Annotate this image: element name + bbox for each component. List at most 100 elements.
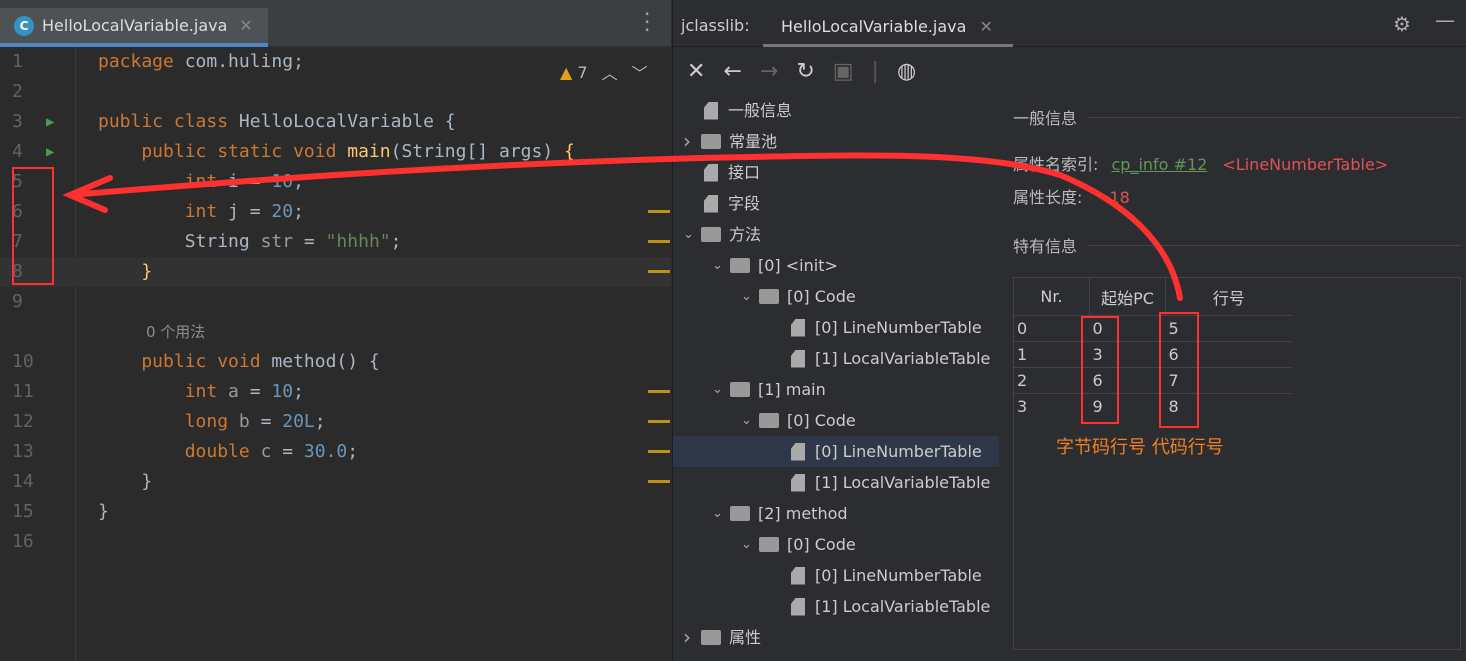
code-line[interactable]: 15} — [0, 497, 671, 527]
tree-item[interactable]: 接口 — [673, 157, 999, 188]
tree-item-label: [0] Code — [787, 411, 856, 430]
line-number: 15 — [12, 501, 34, 522]
file-icon — [791, 566, 805, 585]
warning-stripe-marker[interactable] — [648, 390, 670, 393]
tree-item[interactable]: [0] LineNumberTable — [673, 560, 999, 591]
code-token: public static void — [98, 141, 348, 162]
chevron-down-icon[interactable]: ⌄ — [712, 374, 730, 405]
editor-tab[interactable]: C HelloLocalVariable.java ✕ — [0, 8, 268, 47]
chevron-down-icon[interactable]: ⌄ — [741, 529, 759, 560]
warning-stripe-marker[interactable] — [648, 240, 670, 243]
forward-icon[interactable]: → — [760, 59, 778, 84]
code-text: String str = "hhhh"; — [98, 227, 402, 257]
code-token: { — [564, 141, 575, 162]
tree-item[interactable]: 一般信息 — [673, 95, 999, 126]
column-header[interactable]: 起始PC — [1089, 277, 1166, 316]
back-icon[interactable]: ← — [723, 59, 741, 84]
chevron-down-icon[interactable]: ⌄ — [712, 250, 730, 281]
line-number: 11 — [12, 381, 34, 402]
warning-stripe-marker[interactable] — [648, 450, 670, 453]
line-number: 13 — [12, 441, 34, 462]
tree-item-label: [1] LocalVariableTable — [815, 349, 991, 368]
code-token: } — [98, 261, 153, 282]
code-line[interactable]: 13 double c = 30.0; — [0, 437, 671, 467]
close-icon[interactable]: ✕ — [687, 59, 705, 84]
tree-item[interactable]: › 属性 — [673, 622, 999, 653]
run-icon[interactable]: ▶ — [46, 107, 54, 137]
tree-item[interactable]: [1] LocalVariableTable — [673, 591, 999, 622]
tree-item[interactable]: › 常量池 — [673, 126, 999, 157]
chevron-right-icon[interactable]: › — [683, 622, 701, 653]
code-text: int i = 10; — [98, 167, 304, 197]
tree-item-label: 接口 — [728, 163, 761, 182]
chevron-down-icon[interactable]: ⌄ — [683, 219, 701, 250]
tree-item-label: [0] LineNumberTable — [815, 442, 982, 461]
code-line[interactable]: 6 int j = 20; — [0, 197, 671, 227]
file-icon — [791, 442, 805, 461]
code-line[interactable]: 0 个用法 — [0, 317, 671, 347]
inspection-widget[interactable]: ▲ 7 ︿ ﹀ — [560, 60, 648, 84]
column-header[interactable]: 行号 — [1166, 278, 1292, 316]
more-options-icon[interactable]: · · · — [644, 4, 650, 40]
tree-item[interactable]: ⌄ [0] <init> — [673, 250, 999, 281]
chevron-down-icon[interactable]: ⌄ — [741, 405, 759, 436]
cp-info-link[interactable]: cp_info #12 — [1112, 155, 1208, 174]
chevron-right-icon[interactable]: › — [683, 126, 701, 157]
code-line[interactable]: 9 — [0, 287, 671, 317]
code-token: ; — [293, 171, 304, 192]
code-line[interactable]: 10 public void method() { — [0, 347, 671, 377]
tree-item[interactable]: [0] LineNumberTable — [673, 436, 999, 467]
chevron-down-icon[interactable]: ⌄ — [712, 498, 730, 529]
code-line[interactable]: 14 } — [0, 467, 671, 497]
warning-stripe-marker[interactable] — [648, 270, 670, 273]
code-text: package com.huling; — [98, 47, 304, 77]
editor-tab-bar: C HelloLocalVariable.java ✕ · · · — [0, 0, 671, 47]
code-line[interactable]: 4 ▶ public static void main(String[] args… — [0, 137, 671, 167]
line-number: 16 — [12, 531, 34, 552]
tree-item[interactable]: ⌄ [0] Code — [673, 281, 999, 312]
tree-item[interactable]: [1] LocalVariableTable — [673, 467, 999, 498]
code-text: int a = 10; — [98, 377, 304, 407]
warning-stripe-marker[interactable] — [648, 480, 670, 483]
tree-item[interactable]: [0] LineNumberTable — [673, 312, 999, 343]
code-line[interactable]: 5 int i = 10; — [0, 167, 671, 197]
tree-item[interactable]: 字段 — [673, 188, 999, 219]
close-tab-icon[interactable]: ✕ — [980, 17, 993, 36]
code-token: int — [98, 201, 229, 222]
code-line[interactable]: 3 ▶ public class HelloLocalVariable { — [0, 107, 671, 137]
code-line[interactable]: 7 String str = "hhhh"; — [0, 227, 671, 257]
jclasslib-tab[interactable]: HelloLocalVariable.java ✕ — [763, 8, 1013, 47]
previous-highlight-icon[interactable]: ︿ — [602, 60, 618, 84]
file-icon — [704, 101, 718, 120]
column-header[interactable]: Nr. — [1013, 277, 1090, 316]
folder-icon — [730, 382, 750, 397]
tree-item[interactable]: ⌄ [2] method — [673, 498, 999, 529]
code-text: long b = 20L; — [98, 407, 326, 437]
usage-hint[interactable]: 0 个用法 — [146, 323, 205, 341]
code-line[interactable]: 12 long b = 20L; — [0, 407, 671, 437]
code-line[interactable]: 11 int a = 10; — [0, 377, 671, 407]
minimize-icon[interactable]: — — [1435, 8, 1455, 32]
code-text: } — [98, 497, 109, 527]
refresh-icon[interactable]: ↻ — [796, 59, 814, 84]
tree-item[interactable]: [1] LocalVariableTable — [673, 343, 999, 374]
next-highlight-icon[interactable]: ﹀ — [632, 60, 648, 84]
tree-item[interactable]: ⌄ 方法 — [673, 219, 999, 250]
close-tab-icon[interactable]: ✕ — [239, 16, 252, 35]
tree-item[interactable]: ⌄ [0] Code — [673, 529, 999, 560]
tree-item[interactable]: ⌄ [1] main — [673, 374, 999, 405]
save-icon[interactable]: ▣ — [833, 59, 854, 84]
run-icon[interactable]: ▶ — [46, 137, 54, 167]
warning-stripe-marker[interactable] — [648, 420, 670, 423]
tree-item[interactable]: ⌄ [0] Code — [673, 405, 999, 436]
web-icon[interactable]: ◍ — [897, 59, 916, 84]
warning-stripe-marker[interactable] — [648, 210, 670, 213]
code-token: (String[] args) — [390, 141, 564, 162]
folder-icon — [730, 506, 750, 521]
code-line[interactable]: 8 } — [0, 257, 671, 287]
warning-count: 7 — [577, 62, 588, 82]
code-token: ; — [314, 411, 326, 432]
code-line[interactable]: 16 — [0, 527, 671, 557]
chevron-down-icon[interactable]: ⌄ — [741, 281, 759, 312]
gear-icon[interactable]: ⚙ — [1393, 12, 1411, 36]
